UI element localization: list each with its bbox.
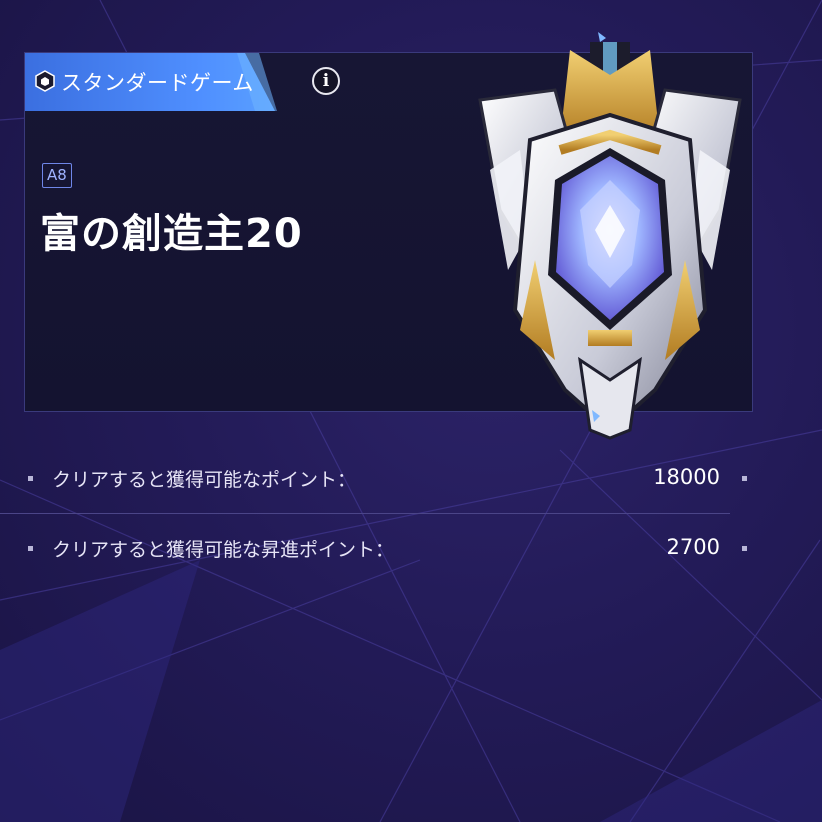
promotion-points-label: クリアすると獲得可能な昇進ポイント： [52, 539, 395, 561]
level-title: 富の創造主20 [40, 211, 303, 257]
bullet-icon [742, 546, 747, 551]
divider [0, 513, 730, 514]
bullet-icon [742, 476, 747, 481]
reward-points-value: 18000 [653, 465, 720, 489]
bullet-icon [28, 546, 33, 551]
reward-points-label: クリアすると獲得可能なポイント： [52, 469, 357, 491]
info-icon[interactable]: i [312, 67, 340, 95]
bullet-icon [28, 476, 33, 481]
info-glyph: i [322, 71, 330, 91]
hexagon-icon [35, 70, 55, 92]
rank-emblem-icon [478, 32, 742, 440]
list-item: クリアすると獲得可能なポイント： 18000 [24, 450, 784, 514]
list-item: クリアすると獲得可能な昇進ポイント： 2700 [24, 520, 784, 584]
reward-list: クリアすると獲得可能なポイント： 18000 クリアすると獲得可能な昇進ポイント… [24, 450, 784, 561]
rank-badge: A8 [42, 163, 72, 188]
game-mode-label: スタンダードゲーム [61, 71, 254, 95]
game-screen: スタンダードゲーム i A8 富の創造主20 クリアすると獲得可能なポイント： … [0, 0, 822, 822]
promotion-points-value: 2700 [666, 535, 720, 559]
